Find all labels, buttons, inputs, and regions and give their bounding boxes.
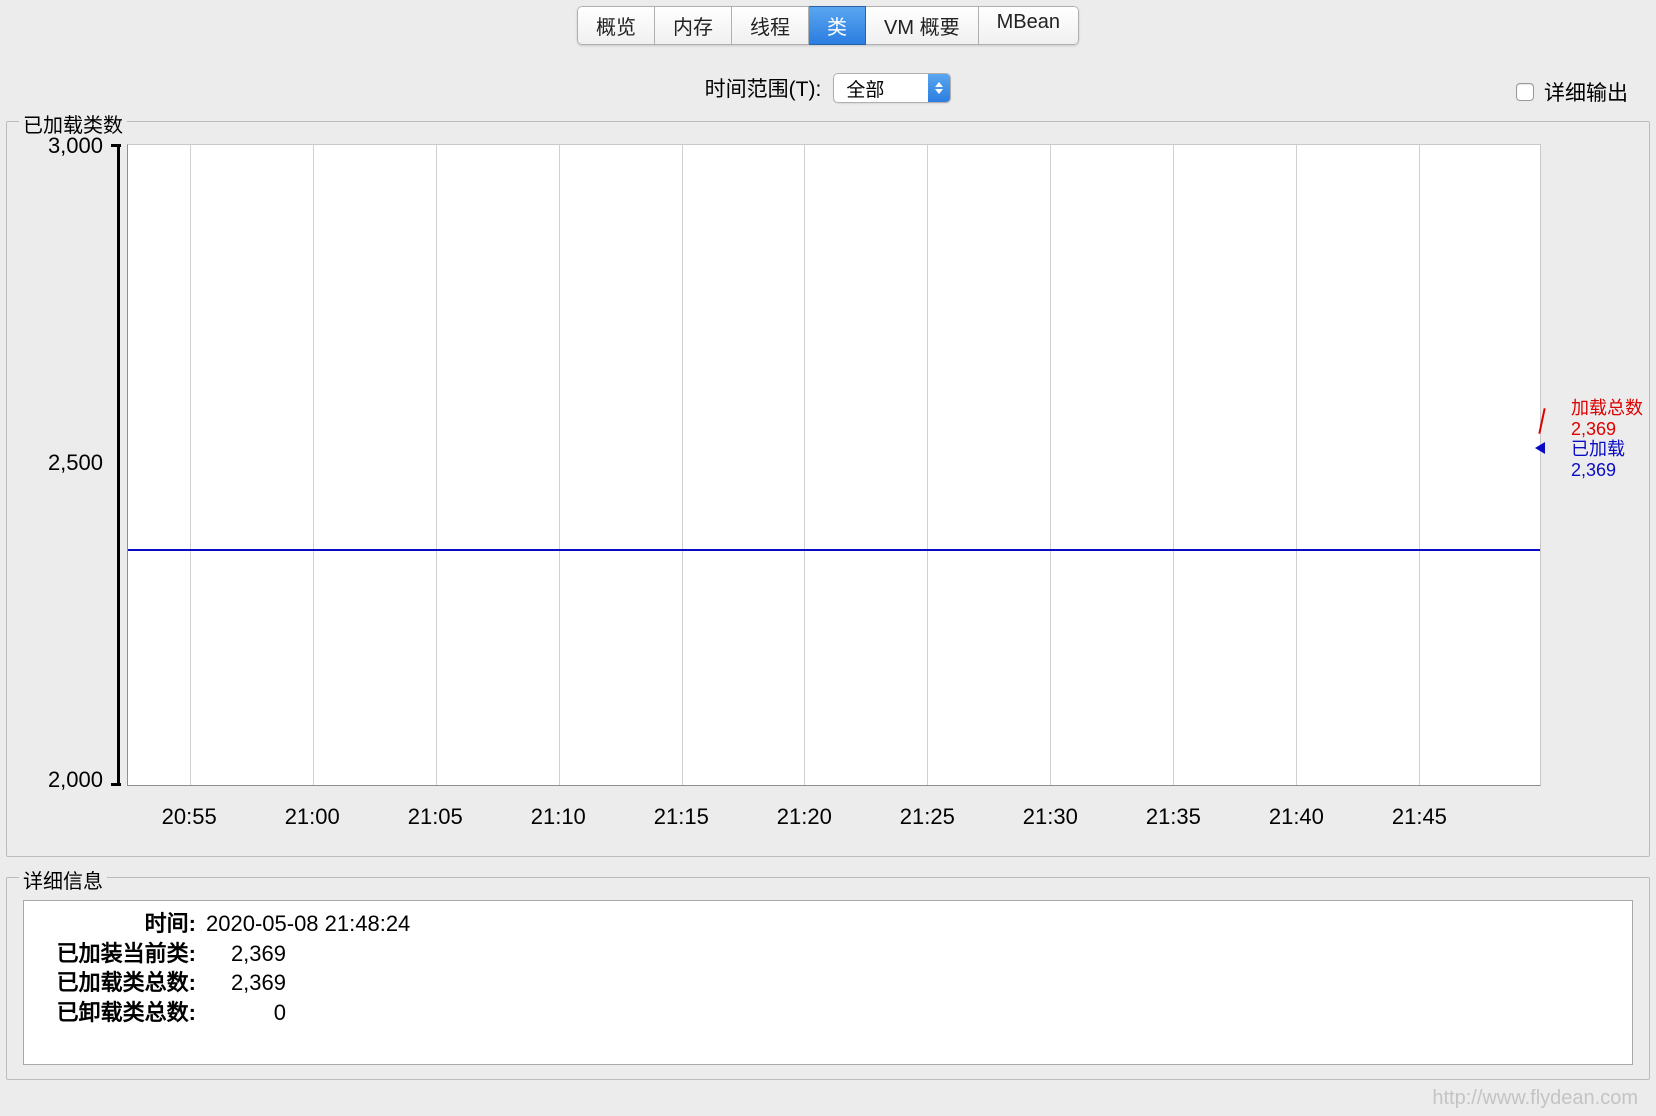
time-range-value: 全部 — [834, 75, 928, 102]
tab-vm-summary[interactable]: VM 概要 — [866, 6, 979, 45]
grid-line — [1296, 145, 1297, 785]
grid-line — [1419, 145, 1420, 785]
tab-overview[interactable]: 概览 — [577, 6, 655, 45]
legend-total-value: 2,369 — [1571, 419, 1643, 440]
detail-row-time: 时间: 2020-05-08 21:48:24 — [30, 909, 1626, 939]
detail-row-unloaded-total: 已卸载类总数: 0 — [30, 998, 1626, 1028]
detail-unloaded-total-label: 已卸载类总数: — [30, 998, 202, 1028]
x-tick: 21:45 — [1392, 804, 1447, 830]
grid-line — [927, 145, 928, 785]
x-tick: 21:20 — [777, 804, 832, 830]
y-axis-bar — [117, 144, 120, 786]
x-tick: 21:05 — [408, 804, 463, 830]
detail-output-label: 详细输出 — [1544, 77, 1628, 107]
tab-group: 概览 内存 线程 类 VM 概要 MBean — [577, 6, 1079, 45]
detail-row-loaded-total: 已加载类总数: 2,369 — [30, 968, 1626, 998]
tab-bar: 概览 内存 线程 类 VM 概要 MBean — [0, 0, 1656, 49]
detail-loaded-total-label: 已加载类总数: — [30, 968, 202, 998]
grid-line — [313, 145, 314, 785]
grid-line — [559, 145, 560, 785]
x-tick: 21:00 — [285, 804, 340, 830]
legend-loaded-label: 已加载 — [1571, 439, 1643, 460]
legend-loaded-value: 2,369 — [1571, 460, 1643, 481]
x-tick: 21:25 — [900, 804, 955, 830]
y-axis: 3,000 2,500 2,000 — [17, 140, 113, 786]
tab-classes[interactable]: 类 — [809, 6, 866, 45]
tab-memory[interactable]: 内存 — [655, 6, 732, 45]
x-tick: 20:55 — [162, 804, 217, 830]
detail-row-loaded-current: 已加装当前类: 2,369 — [30, 939, 1626, 969]
tab-mbean[interactable]: MBean — [979, 6, 1079, 45]
detail-unloaded-total-value: 0 — [202, 998, 286, 1028]
x-tick: 21:10 — [531, 804, 586, 830]
y-tick: 2,000 — [48, 767, 103, 793]
y-tick: 3,000 — [48, 133, 103, 159]
watermark: http://www.flydean.com — [1432, 1087, 1638, 1110]
x-tick: 21:40 — [1269, 804, 1324, 830]
checkbox-icon — [1516, 83, 1534, 101]
grid-line — [1173, 145, 1174, 785]
chart-legend: 加载总数 2,369 已加载 2,369 — [1571, 398, 1643, 481]
x-axis: 20:55 21:00 21:05 21:10 21:15 21:20 21:2… — [127, 790, 1541, 846]
y-tick: 2,500 — [48, 450, 103, 476]
details-title: 详细信息 — [19, 865, 107, 894]
detail-output-toggle[interactable]: 详细输出 — [1516, 77, 1628, 107]
chart-panel: 已加载类数 3,000 2,500 2,000 20:55 21:00 — [6, 121, 1650, 857]
plot-area[interactable] — [127, 144, 1541, 786]
details-panel: 详细信息 时间: 2020-05-08 21:48:24 已加装当前类: 2,3… — [6, 877, 1650, 1080]
pointer-icon — [1535, 442, 1545, 454]
x-tick: 21:30 — [1023, 804, 1078, 830]
time-range-label: 时间范围(T): — [705, 73, 822, 103]
chart-container: 3,000 2,500 2,000 20:55 21:00 21:05 21:1… — [17, 140, 1639, 846]
grid-line — [682, 145, 683, 785]
tab-threads[interactable]: 线程 — [732, 6, 809, 45]
legend-total-label: 加载总数 — [1571, 398, 1643, 419]
grid-line — [804, 145, 805, 785]
detail-loaded-current-label: 已加装当前类: — [30, 939, 202, 969]
detail-time-value: 2020-05-08 21:48:24 — [202, 909, 410, 939]
grid-line — [190, 145, 191, 785]
select-stepper-icon — [928, 74, 950, 102]
detail-loaded-total-value: 2,369 — [202, 968, 286, 998]
detail-time-label: 时间: — [30, 909, 202, 939]
detail-loaded-current-value: 2,369 — [202, 939, 286, 969]
grid-line — [1050, 145, 1051, 785]
x-tick: 21:15 — [654, 804, 709, 830]
controls-row: 时间范围(T): 全部 详细输出 — [0, 49, 1656, 115]
series-line-loaded — [128, 549, 1540, 551]
time-range-select[interactable]: 全部 — [833, 73, 951, 103]
details-box: 时间: 2020-05-08 21:48:24 已加装当前类: 2,369 已加… — [23, 900, 1633, 1065]
grid-line — [436, 145, 437, 785]
x-tick: 21:35 — [1146, 804, 1201, 830]
